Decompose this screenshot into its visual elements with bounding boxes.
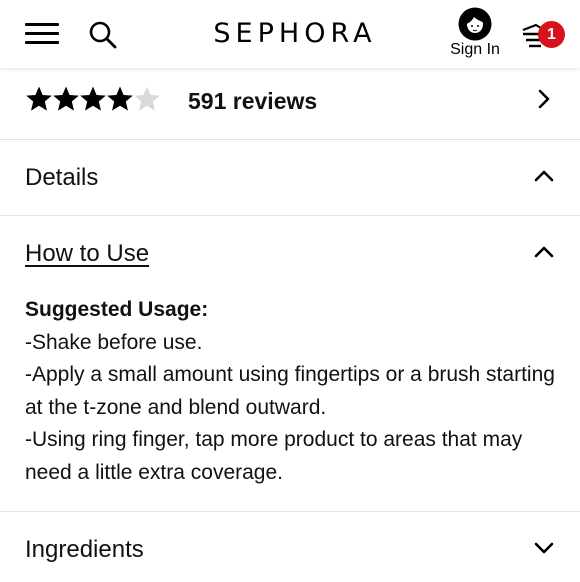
- basket-count-badge: 1: [538, 21, 565, 48]
- star-empty-icon: [134, 86, 160, 111]
- usage-line: -Apply a small amount using fingertips o…: [25, 363, 555, 419]
- details-section-toggle[interactable]: Details: [0, 140, 580, 216]
- star-filled-icon: [53, 86, 79, 111]
- sign-in-button[interactable]: Sign In: [443, 7, 507, 59]
- how-to-use-section-toggle[interactable]: How to Use: [0, 216, 580, 286]
- how-to-use-section: How to Use Suggested Usage: -Shake befor…: [0, 216, 580, 512]
- ingredients-section-toggle[interactable]: Ingredients: [0, 512, 580, 582]
- top-nav-bar: SEPHORA Sign In 1: [0, 0, 580, 68]
- basket-button[interactable]: 1: [520, 17, 565, 57]
- user-avatar-icon: [458, 7, 492, 41]
- usage-line: -Shake before use.: [25, 330, 203, 354]
- chevron-down-icon: [534, 542, 554, 554]
- chevron-right-icon: [538, 89, 550, 109]
- details-title: Details: [25, 164, 99, 191]
- sign-in-label: Sign In: [450, 41, 500, 58]
- star-filled-icon: [107, 86, 133, 111]
- how-to-use-title: How to Use: [25, 240, 150, 267]
- ingredients-title: Ingredients: [25, 536, 144, 563]
- usage-line: -Using ring finger, tap more product to …: [25, 428, 523, 484]
- chevron-up-icon: [534, 246, 554, 258]
- reviews-row[interactable]: 591 reviews: [0, 68, 580, 140]
- chevron-up-icon: [534, 170, 554, 182]
- star-filled-icon: [26, 86, 52, 111]
- how-to-use-content: Suggested Usage: -Shake before use. -App…: [25, 294, 560, 489]
- suggested-usage-heading: Suggested Usage:: [25, 298, 209, 321]
- star-rating: [25, 85, 160, 115]
- review-count: 591 reviews: [188, 88, 318, 114]
- star-filled-icon: [80, 86, 106, 111]
